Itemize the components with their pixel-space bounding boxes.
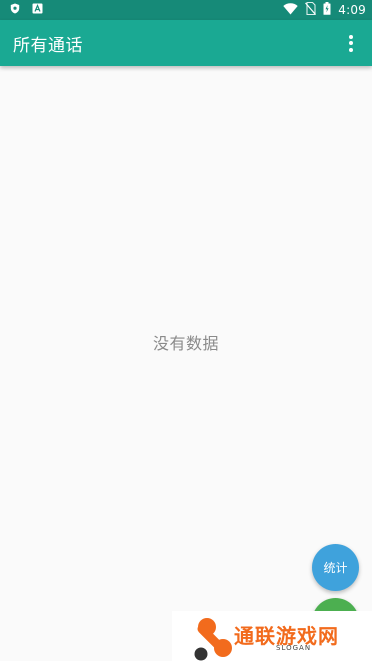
status-bar: 4:09: [0, 0, 372, 20]
empty-state-message: 没有数据: [152, 334, 219, 353]
status-bar-right: 4:09: [283, 1, 366, 18]
dot: [349, 34, 353, 39]
toolbar: 所有通话: [0, 20, 372, 66]
page-title: 所有通话: [13, 35, 83, 56]
dot: [349, 41, 353, 45]
wifi-icon: [283, 2, 298, 18]
stats-button[interactable]: 统计: [312, 544, 359, 591]
a-icon: [32, 3, 43, 17]
dot: [349, 47, 353, 52]
status-time: 4:09: [338, 3, 366, 17]
logo-icon: [194, 618, 232, 661]
watermark-slogan: SLOGAN: [276, 644, 312, 652]
more-vert-icon[interactable]: [338, 28, 364, 58]
status-bar-left: [10, 3, 43, 17]
shield-icon: [10, 3, 20, 17]
battery-charging-icon: [323, 2, 331, 18]
no-sim-icon: [305, 1, 317, 18]
screen: 4:09 所有通话 没有数据 统计 通联游戏网 SLOGAN: [0, 0, 372, 661]
watermark-logo: 通联游戏网 SLOGAN: [172, 611, 372, 661]
